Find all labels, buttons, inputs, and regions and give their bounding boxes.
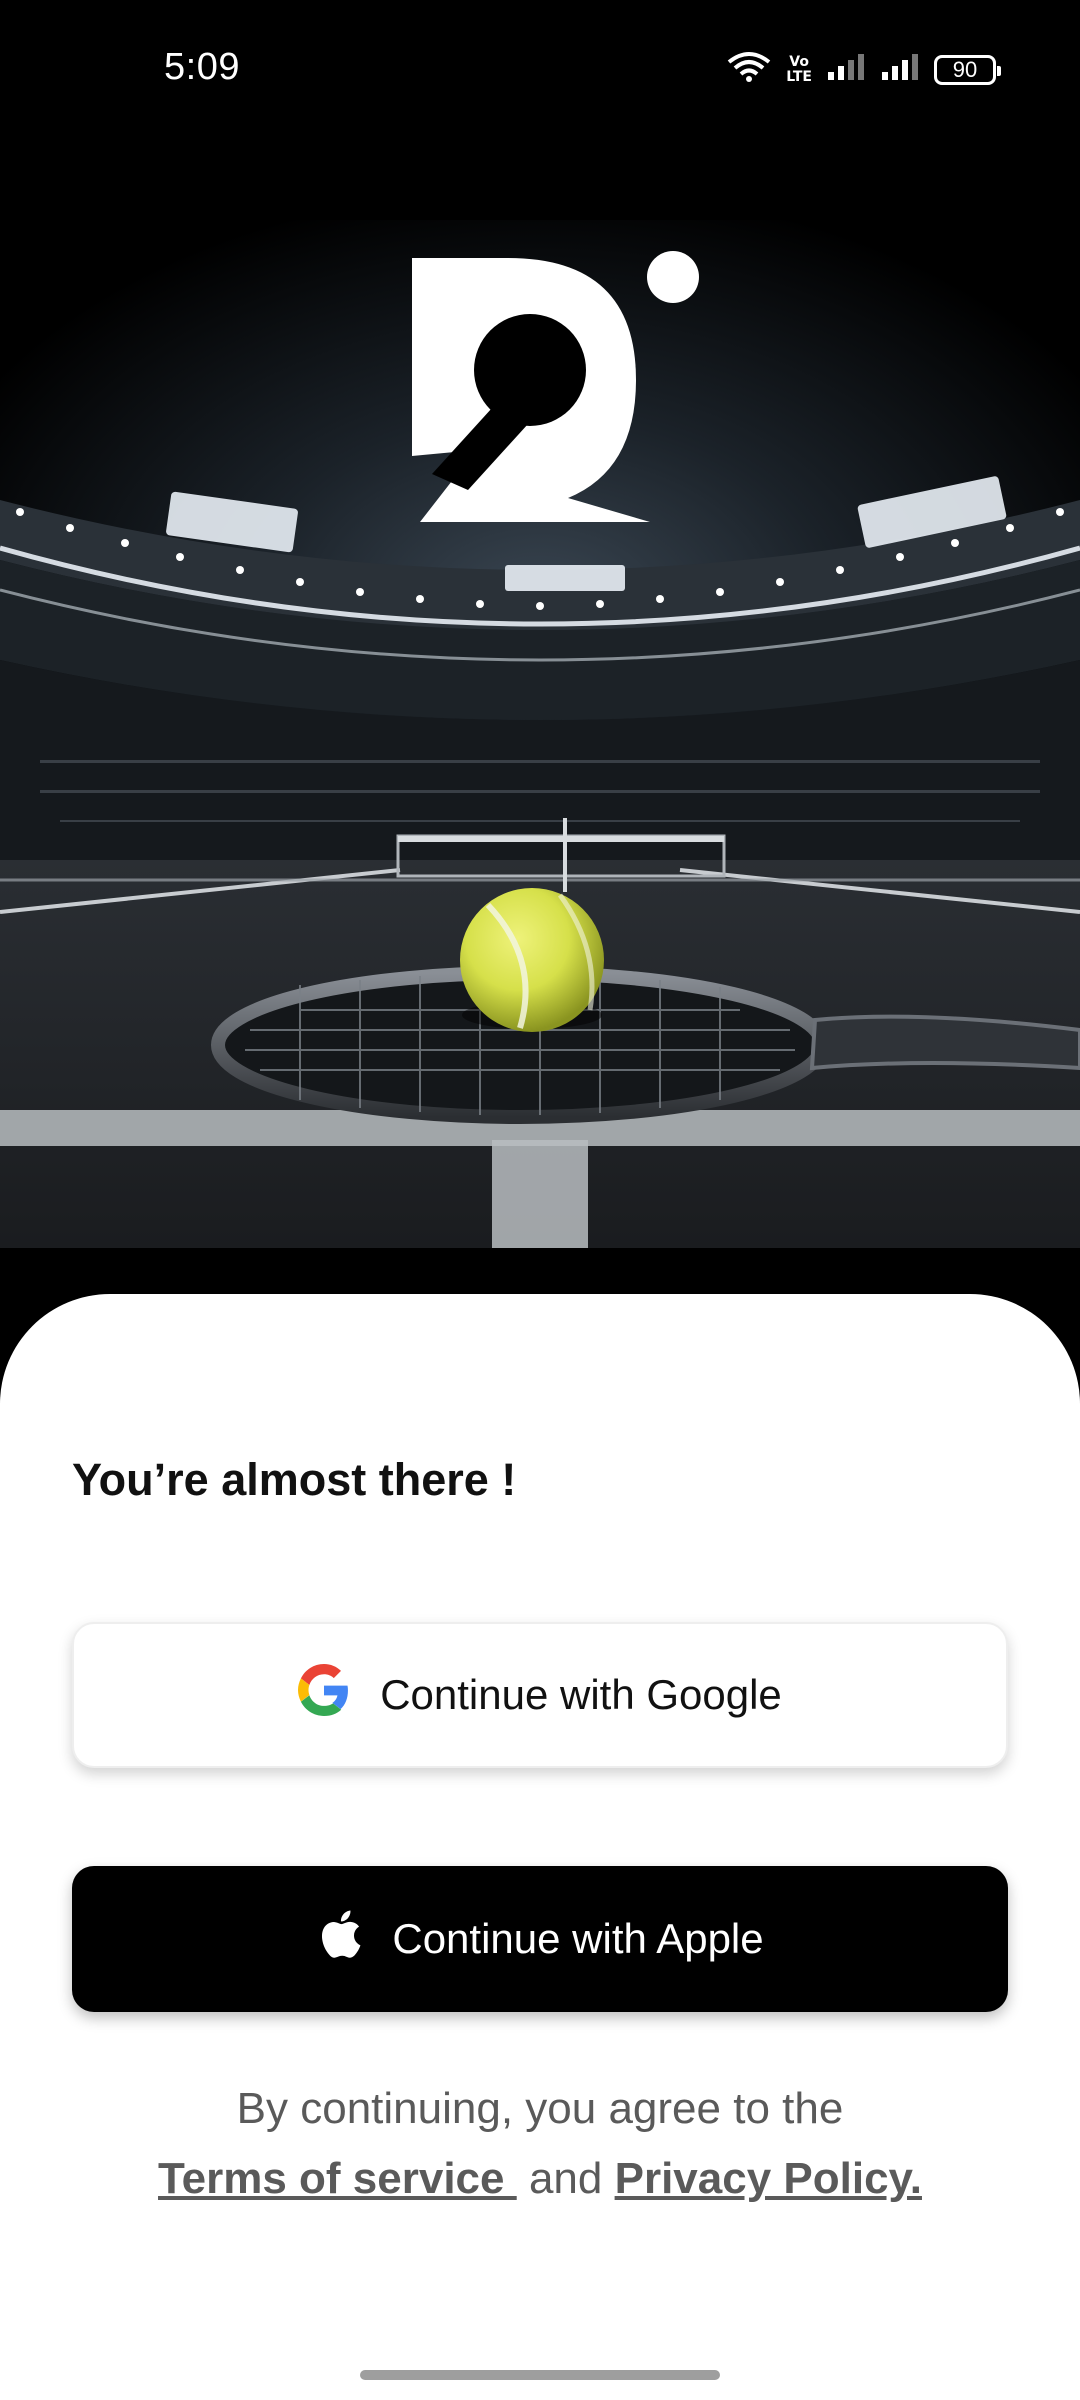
home-indicator[interactable] [360,2370,720,2380]
status-icons: Vo LTE 90 [726,50,1001,89]
terms-of-service-link[interactable]: Terms of service [158,2154,517,2203]
system-nav-bar [0,2352,1080,2400]
sheet-title: You’re almost there ! [72,1454,517,1505]
continue-with-google-button[interactable]: Continue with Google [72,1622,1008,1768]
legal-and: and [516,2154,615,2203]
volte-bottom-label: LTE [786,68,812,85]
signal-strength-2-icon [880,52,920,87]
tennis-stadium-image [0,0,1080,1248]
screen: 5:09 Vo LTE 90 You’re almost there ! Con… [0,0,1080,2400]
status-time: 5:09 [164,46,240,88]
sign-in-sheet: You’re almost there ! Continue with Goog… [0,1294,1080,2352]
wifi-icon [726,50,772,89]
status-bar: 5:09 Vo LTE 90 [0,0,1080,140]
google-button-label: Continue with Google [380,1671,782,1718]
apple-icon [316,1908,362,1970]
google-icon [298,1664,350,1726]
volte-top-label: Vo [789,53,809,70]
legal-prefix: By continuing, you agree to the [236,2084,844,2133]
apple-button-label: Continue with Apple [392,1915,764,1962]
tennis-ball-icon [460,888,604,1032]
volte-icon: Vo LTE [786,53,812,85]
legal-notice: By continuing, you agree to the Terms of… [0,2074,1080,2214]
signal-strength-1-icon [826,52,866,87]
battery-icon: 90 [934,54,1001,85]
battery-level: 90 [952,56,978,82]
continue-with-apple-button[interactable]: Continue with Apple [72,1866,1008,2012]
privacy-policy-link[interactable]: Privacy Policy. [615,2154,922,2203]
